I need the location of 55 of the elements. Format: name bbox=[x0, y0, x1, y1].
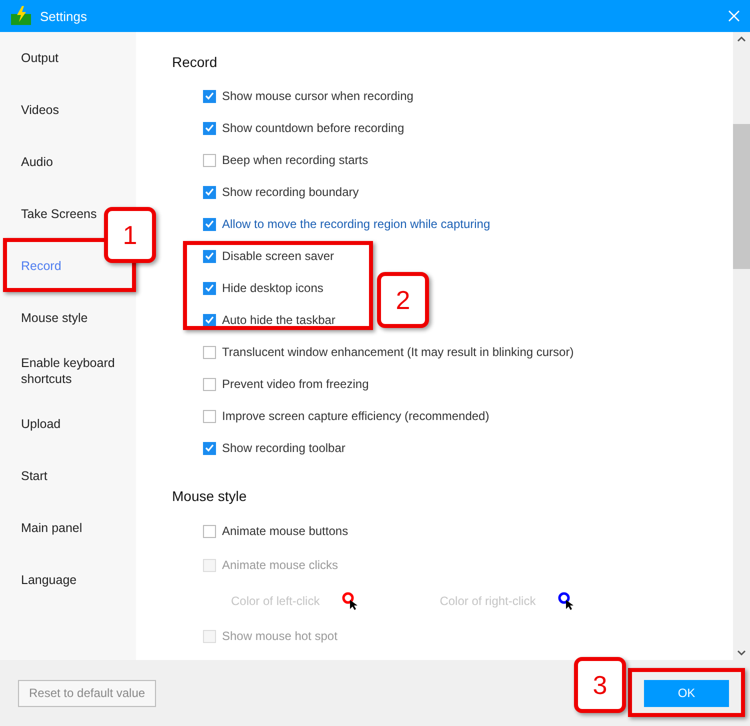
checkbox-label: Animate mouse buttons bbox=[222, 524, 348, 538]
checkbox-label: Prevent video from freezing bbox=[222, 377, 369, 391]
checkbox[interactable] bbox=[203, 524, 216, 538]
checkbox-label: Disable screen saver bbox=[222, 249, 334, 263]
checkbox[interactable] bbox=[203, 346, 216, 358]
click-cursor-icon[interactable] bbox=[342, 592, 360, 610]
checkbox[interactable] bbox=[203, 186, 216, 198]
checkbox-label: Allow to move the recording region while capturing bbox=[222, 217, 490, 231]
checkbox[interactable] bbox=[203, 122, 216, 134]
checkbox-label: Hide desktop icons bbox=[222, 281, 324, 295]
checkbox-label: Show mouse cursor when recording bbox=[222, 89, 414, 103]
checkbox-label: Auto hide the taskbar bbox=[222, 313, 336, 327]
callout-number: 1 bbox=[104, 207, 156, 263]
checkbox-label: Show mouse hot spot bbox=[222, 629, 338, 643]
checkbox[interactable] bbox=[203, 378, 216, 390]
scrollbar[interactable] bbox=[733, 32, 750, 660]
sidebar-item[interactable]: Upload bbox=[21, 409, 61, 439]
checkbox-label: Improve screen capture efficiency (recommended) bbox=[222, 409, 490, 423]
checkbox-label: Animate mouse clicks bbox=[222, 558, 338, 572]
checkbox[interactable] bbox=[203, 250, 216, 262]
sidebar-item[interactable]: Mouse style bbox=[21, 303, 88, 333]
color-label: Color of right-click bbox=[440, 594, 536, 608]
sidebar-item[interactable]: Take Screens bbox=[21, 199, 97, 229]
scroll-down-icon[interactable] bbox=[737, 650, 746, 656]
callout-number: 2 bbox=[377, 272, 429, 328]
section-title: Mouse style bbox=[172, 488, 248, 506]
sidebar-item[interactable]: Start bbox=[21, 461, 48, 491]
color-label: Color of left-click bbox=[231, 594, 320, 608]
click-cursor-icon[interactable] bbox=[558, 592, 576, 610]
window-title: Settings bbox=[40, 8, 88, 24]
sidebar-item[interactable]: Output bbox=[21, 43, 59, 73]
checkbox[interactable] bbox=[203, 442, 216, 454]
sidebar-item[interactable]: Enable keyboard shortcuts bbox=[21, 355, 129, 387]
checkbox[interactable] bbox=[203, 410, 216, 422]
checkbox-label: Show countdown before recording bbox=[222, 121, 404, 135]
checkbox[interactable] bbox=[203, 218, 216, 230]
callout-number: 3 bbox=[574, 657, 626, 713]
close-icon[interactable] bbox=[728, 10, 740, 22]
sidebar-item[interactable]: Audio bbox=[21, 147, 53, 177]
checkbox-label: Beep when recording starts bbox=[222, 153, 368, 167]
checkbox-label: Translucent window enhancement (It may result in blinking cursor) bbox=[222, 345, 574, 359]
sidebar-item[interactable]: Language bbox=[21, 565, 77, 595]
checkbox[interactable] bbox=[203, 314, 216, 326]
checkbox[interactable] bbox=[203, 90, 216, 102]
sidebar-item[interactable]: Videos bbox=[21, 95, 59, 125]
checkbox[interactable] bbox=[203, 154, 216, 166]
scroll-up-icon[interactable] bbox=[737, 36, 746, 42]
checkbox-label: Show recording boundary bbox=[222, 185, 359, 199]
section-title: Record bbox=[172, 54, 218, 72]
scrollbar-thumb[interactable] bbox=[733, 124, 750, 268]
sidebar-item[interactable]: Main panel bbox=[21, 513, 82, 543]
app-logo-icon bbox=[10, 6, 32, 26]
sidebar-item[interactable]: Record bbox=[21, 251, 62, 281]
checkbox-label: Show recording toolbar bbox=[222, 441, 346, 455]
checkbox[interactable] bbox=[203, 282, 216, 294]
